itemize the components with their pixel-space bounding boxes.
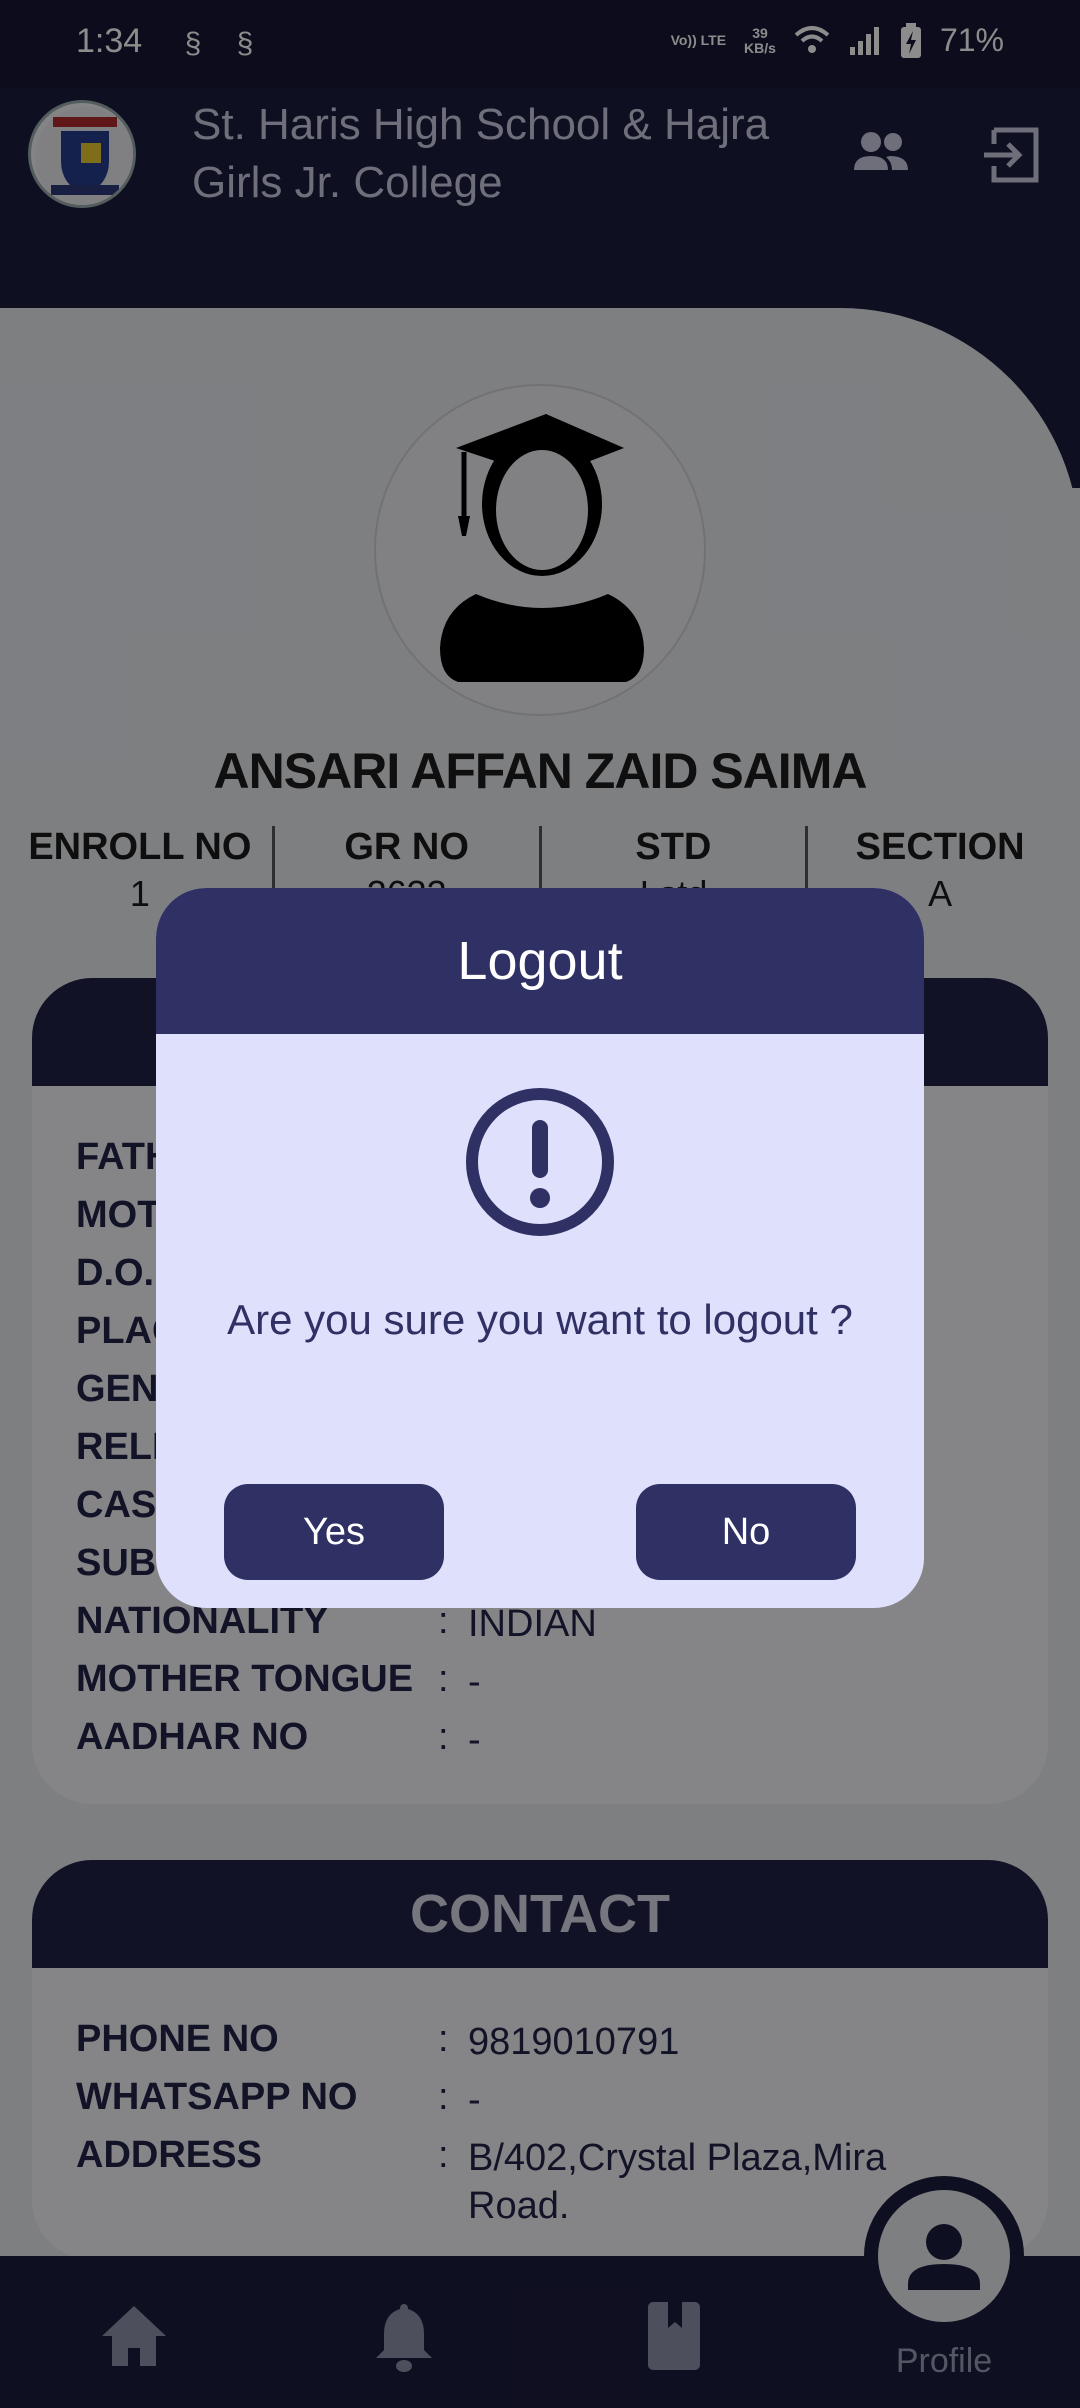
dialog-message: Are you sure you want to logout ? — [227, 1296, 853, 1343]
logout-no-button[interactable]: No — [636, 1484, 856, 1580]
dialog-title: Logout — [156, 888, 924, 1034]
logout-dialog: Logout Are you sure you want to logout ?… — [156, 888, 924, 1608]
logout-yes-button[interactable]: Yes — [224, 1484, 444, 1580]
warning-exclamation-icon — [466, 1088, 614, 1236]
